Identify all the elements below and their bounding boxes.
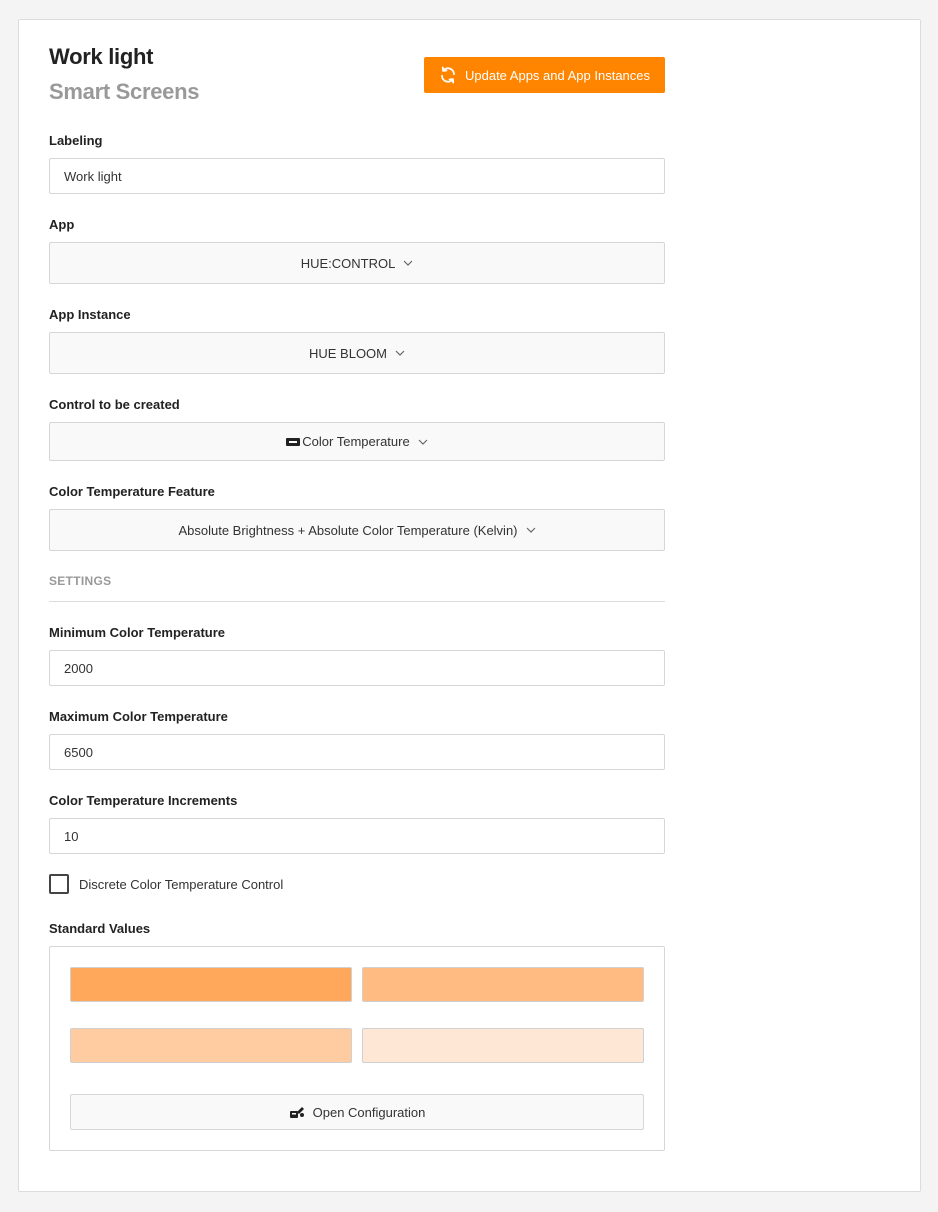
page-subtitle: Smart Screens <box>49 79 200 104</box>
max-temp-input[interactable] <box>49 734 665 770</box>
max-temp-label: Maximum Color Temperature <box>49 709 228 724</box>
standard-value-swatch-1[interactable] <box>70 967 352 1002</box>
min-temp-input[interactable] <box>49 650 665 686</box>
chevron-down-icon <box>418 439 428 445</box>
chevron-down-icon <box>526 527 536 533</box>
update-apps-button[interactable]: Update Apps and App Instances <box>424 57 665 93</box>
refresh-icon <box>439 66 457 84</box>
update-apps-label: Update Apps and App Instances <box>464 67 651 83</box>
open-configuration-button[interactable]: Open Configuration <box>70 1094 644 1130</box>
app-label: App <box>49 217 75 232</box>
feature-select-value: Absolute Brightness + Absolute Color Tem… <box>178 522 518 538</box>
standard-value-swatch-4[interactable] <box>362 1028 644 1063</box>
increments-input[interactable] <box>49 818 665 854</box>
standard-values-panel: Open Configuration <box>49 946 665 1151</box>
configuration-icon <box>289 1105 305 1119</box>
labeling-input[interactable] <box>49 158 665 194</box>
increments-label: Color Temperature Increments <box>49 793 238 808</box>
standard-values-label: Standard Values <box>49 921 151 936</box>
discrete-control-label: Discrete Color Temperature Control <box>79 877 284 892</box>
labeling-label: Labeling <box>49 133 103 148</box>
settings-divider <box>49 601 665 602</box>
app-select-value: HUE:CONTROL <box>300 255 396 271</box>
color-temperature-icon <box>286 437 301 446</box>
chevron-down-icon <box>403 260 413 266</box>
feature-select[interactable]: Absolute Brightness + Absolute Color Tem… <box>49 509 665 551</box>
standard-value-swatch-2[interactable] <box>362 967 644 1002</box>
standard-value-swatch-3[interactable] <box>70 1028 352 1063</box>
app-select[interactable]: HUE:CONTROL <box>49 242 665 284</box>
control-select[interactable]: Color Temperature <box>49 422 665 461</box>
app-instance-label: App Instance <box>49 307 131 322</box>
settings-heading: SETTINGS <box>49 574 112 588</box>
chevron-down-icon <box>395 350 405 356</box>
app-instance-select[interactable]: HUE BLOOM <box>49 332 665 374</box>
feature-label: Color Temperature Feature <box>49 484 215 499</box>
discrete-control-checkbox[interactable] <box>49 874 69 894</box>
open-configuration-label: Open Configuration <box>312 1104 426 1120</box>
page-title: Work light <box>49 44 154 69</box>
min-temp-label: Minimum Color Temperature <box>49 625 226 640</box>
control-select-value: Color Temperature <box>302 434 410 449</box>
control-label: Control to be created <box>49 397 180 412</box>
app-instance-select-value: HUE BLOOM <box>308 345 387 361</box>
